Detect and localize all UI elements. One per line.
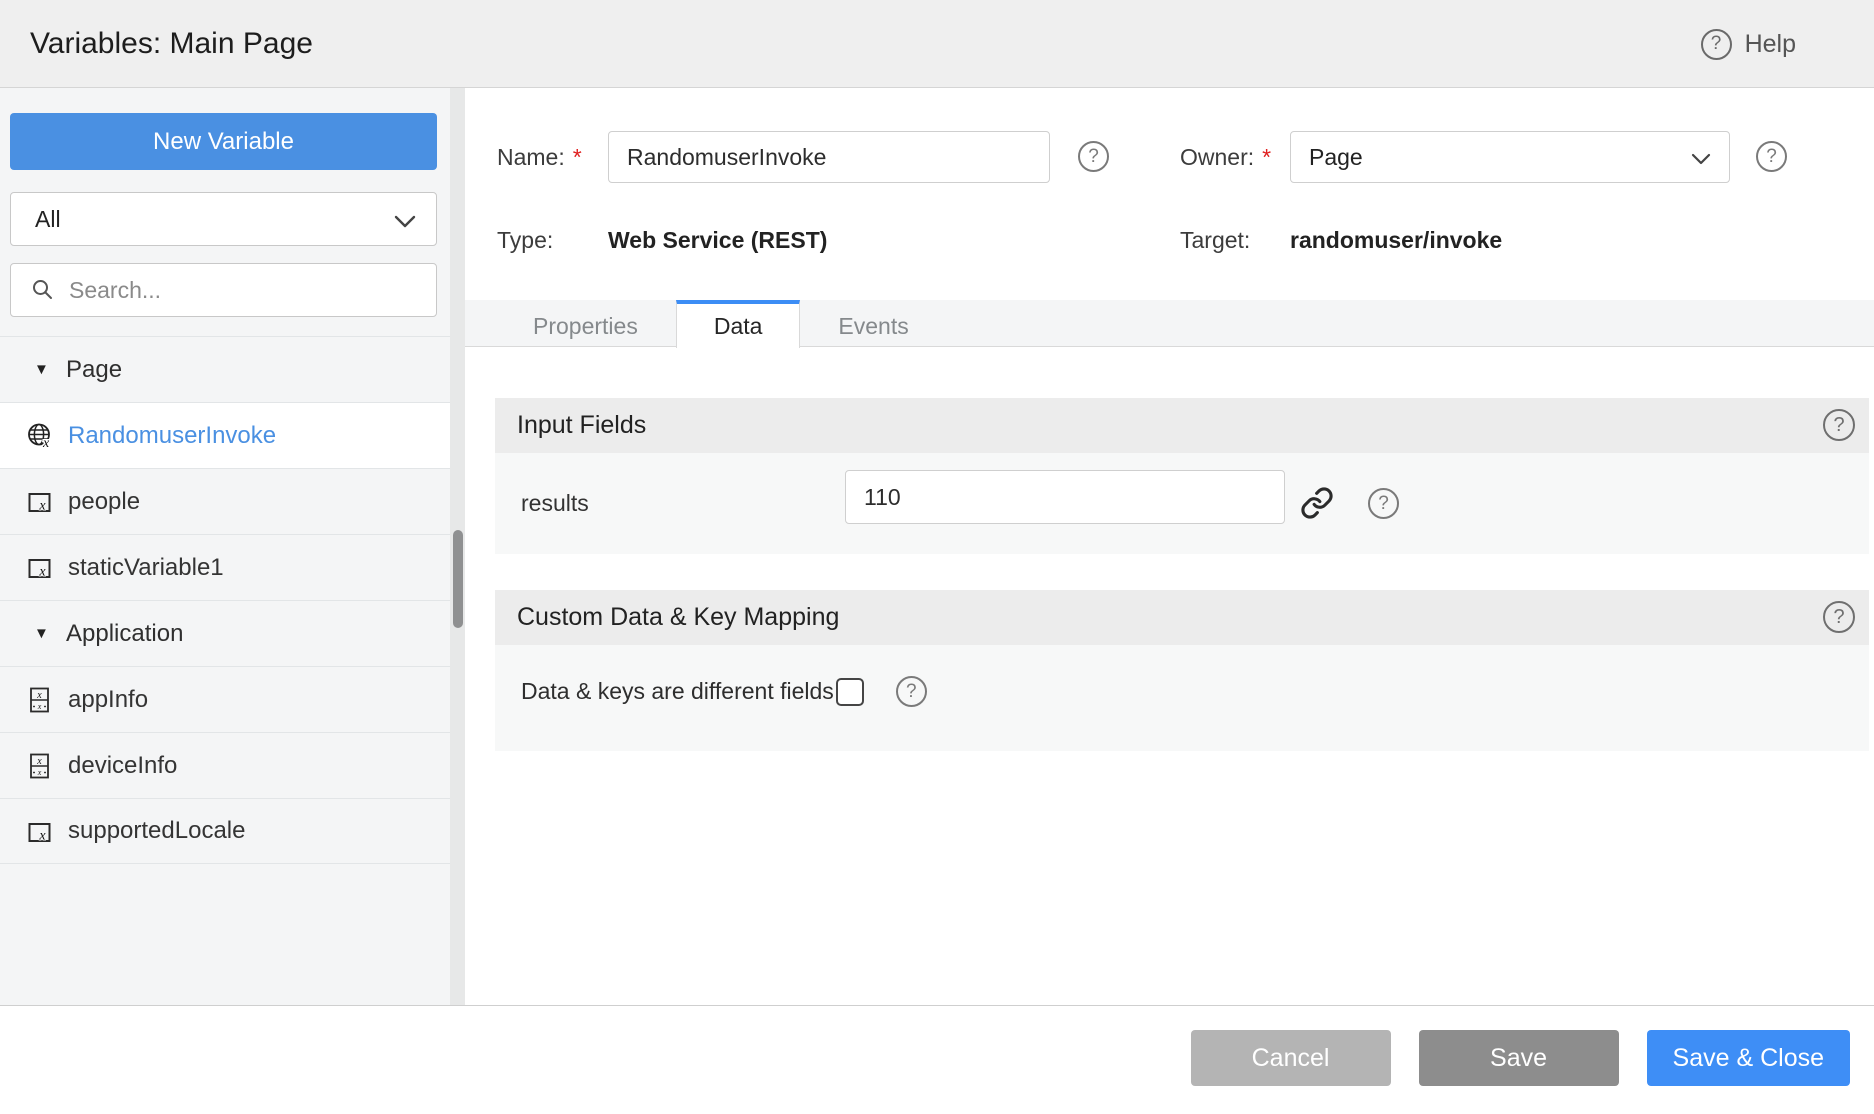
svg-text:x: x [37,702,42,711]
dialog-footer: Cancel Save Save & Close [0,1006,1874,1113]
sidebar-item-people[interactable]: x people [0,468,450,534]
checkbox-help-icon[interactable]: ? [895,676,927,707]
name-input[interactable] [608,131,1050,183]
variable-detail-panel: Name:* ? Owner:* Page ? Type: Web Servic… [465,88,1874,1005]
sidebar-item-staticvariable1[interactable]: x staticVariable1 [0,534,450,600]
sidebar-group-application[interactable]: ▼ Application [0,600,450,666]
static-variable-icon: x [26,818,54,846]
save-button[interactable]: Save [1418,1030,1619,1086]
owner-selected-value: Page [1309,143,1363,170]
section-help-icon[interactable]: ? [1823,601,1855,633]
custom-data-section: Custom Data & Key Mapping ? Data & keys … [495,590,1869,751]
required-asterisk: * [572,144,582,170]
dialog-body: New Variable All ▼ Page [0,88,1874,1006]
different-fields-label: Data & keys are different fields [521,678,834,704]
owner-label: Owner: * [1180,144,1272,170]
static-variable-icon: x [26,554,54,582]
sidebar-scrollbar-thumb[interactable] [453,530,463,628]
sidebar-item-randomuserinvoke[interactable]: x RandomuserInvoke [0,402,450,468]
tab-events[interactable]: Events [800,300,946,347]
target-label: Target: [1180,227,1251,253]
svg-text:x: x [36,756,42,767]
variable-list: ▼ Page x RandomuserInvoke x people x sta… [0,336,450,864]
chevron-down-icon [394,215,416,228]
results-field-label: results [521,490,589,516]
bind-link-icon[interactable] [1300,486,1334,520]
sidebar-item-appinfo[interactable]: x x appInfo [0,666,450,732]
search-input[interactable] [69,276,419,304]
owner-select[interactable]: Page [1290,131,1730,183]
tab-data[interactable]: Data [675,300,801,348]
target-value: randomuser/invoke [1290,227,1503,253]
help-button[interactable]: ? Help [1700,0,1796,88]
sidebar-item-deviceinfo[interactable]: x x deviceInfo [0,732,450,798]
svg-text:x: x [42,436,50,450]
svg-text:x: x [38,829,46,844]
required-asterisk: * [1262,144,1272,170]
results-help-icon[interactable]: ? [1368,488,1399,519]
help-icon: ? [1700,28,1732,60]
chevron-down-icon [1691,153,1711,165]
different-fields-checkbox[interactable] [835,677,864,706]
type-value: Web Service (REST) [608,227,828,253]
web-service-variable-icon: x [26,422,54,450]
detail-tabbar: Properties Data Events [465,300,1874,348]
input-fields-section: Input Fields ? results ? [495,398,1869,554]
svg-text:x: x [38,499,46,514]
svg-text:x: x [36,690,42,701]
section-help-icon[interactable]: ? [1823,409,1855,441]
input-fields-body: results ? [495,453,1869,554]
static-variable-icon: x [26,488,54,516]
svg-text:x: x [37,768,42,777]
sidebar-scrollbar-track[interactable] [450,88,465,1005]
sidebar-group-page[interactable]: ▼ Page [0,336,450,402]
caret-down-icon: ▼ [34,361,49,378]
caret-down-icon: ▼ [34,625,49,642]
section-title: Input Fields [517,411,647,439]
type-label: Type: [497,227,554,253]
sidebar-item-supportedlocale[interactable]: x supportedLocale [0,798,450,864]
search-icon [33,280,52,299]
cancel-button[interactable]: Cancel [1190,1030,1391,1086]
custom-data-header: Custom Data & Key Mapping ? [495,590,1869,645]
filter-selected-value: All [35,205,61,232]
tab-properties[interactable]: Properties [495,300,676,347]
owner-help-icon[interactable]: ? [1756,141,1787,172]
new-variable-button[interactable]: New Variable [10,113,437,170]
save-and-close-button[interactable]: Save & Close [1646,1030,1850,1086]
input-fields-header: Input Fields ? [495,398,1869,453]
variables-sidebar: New Variable All ▼ Page [0,88,465,1005]
name-help-icon[interactable]: ? [1078,141,1109,172]
help-label: Help [1744,29,1796,58]
variable-filter-select[interactable]: All [10,192,437,246]
section-title: Custom Data & Key Mapping [517,603,840,631]
different-fields-row: Data & keys are different fields ? [521,676,927,707]
model-variable-icon: x x [26,752,54,780]
variable-search [10,263,437,317]
results-input[interactable] [845,470,1285,524]
dialog-header: Variables: Main Page ? Help [0,0,1874,88]
model-variable-icon: x x [26,686,54,714]
custom-data-body: Data & keys are different fields ? [495,645,1869,751]
name-label: Name: * [497,144,582,170]
page-title: Variables: Main Page [30,27,313,60]
svg-text:x: x [38,565,46,580]
